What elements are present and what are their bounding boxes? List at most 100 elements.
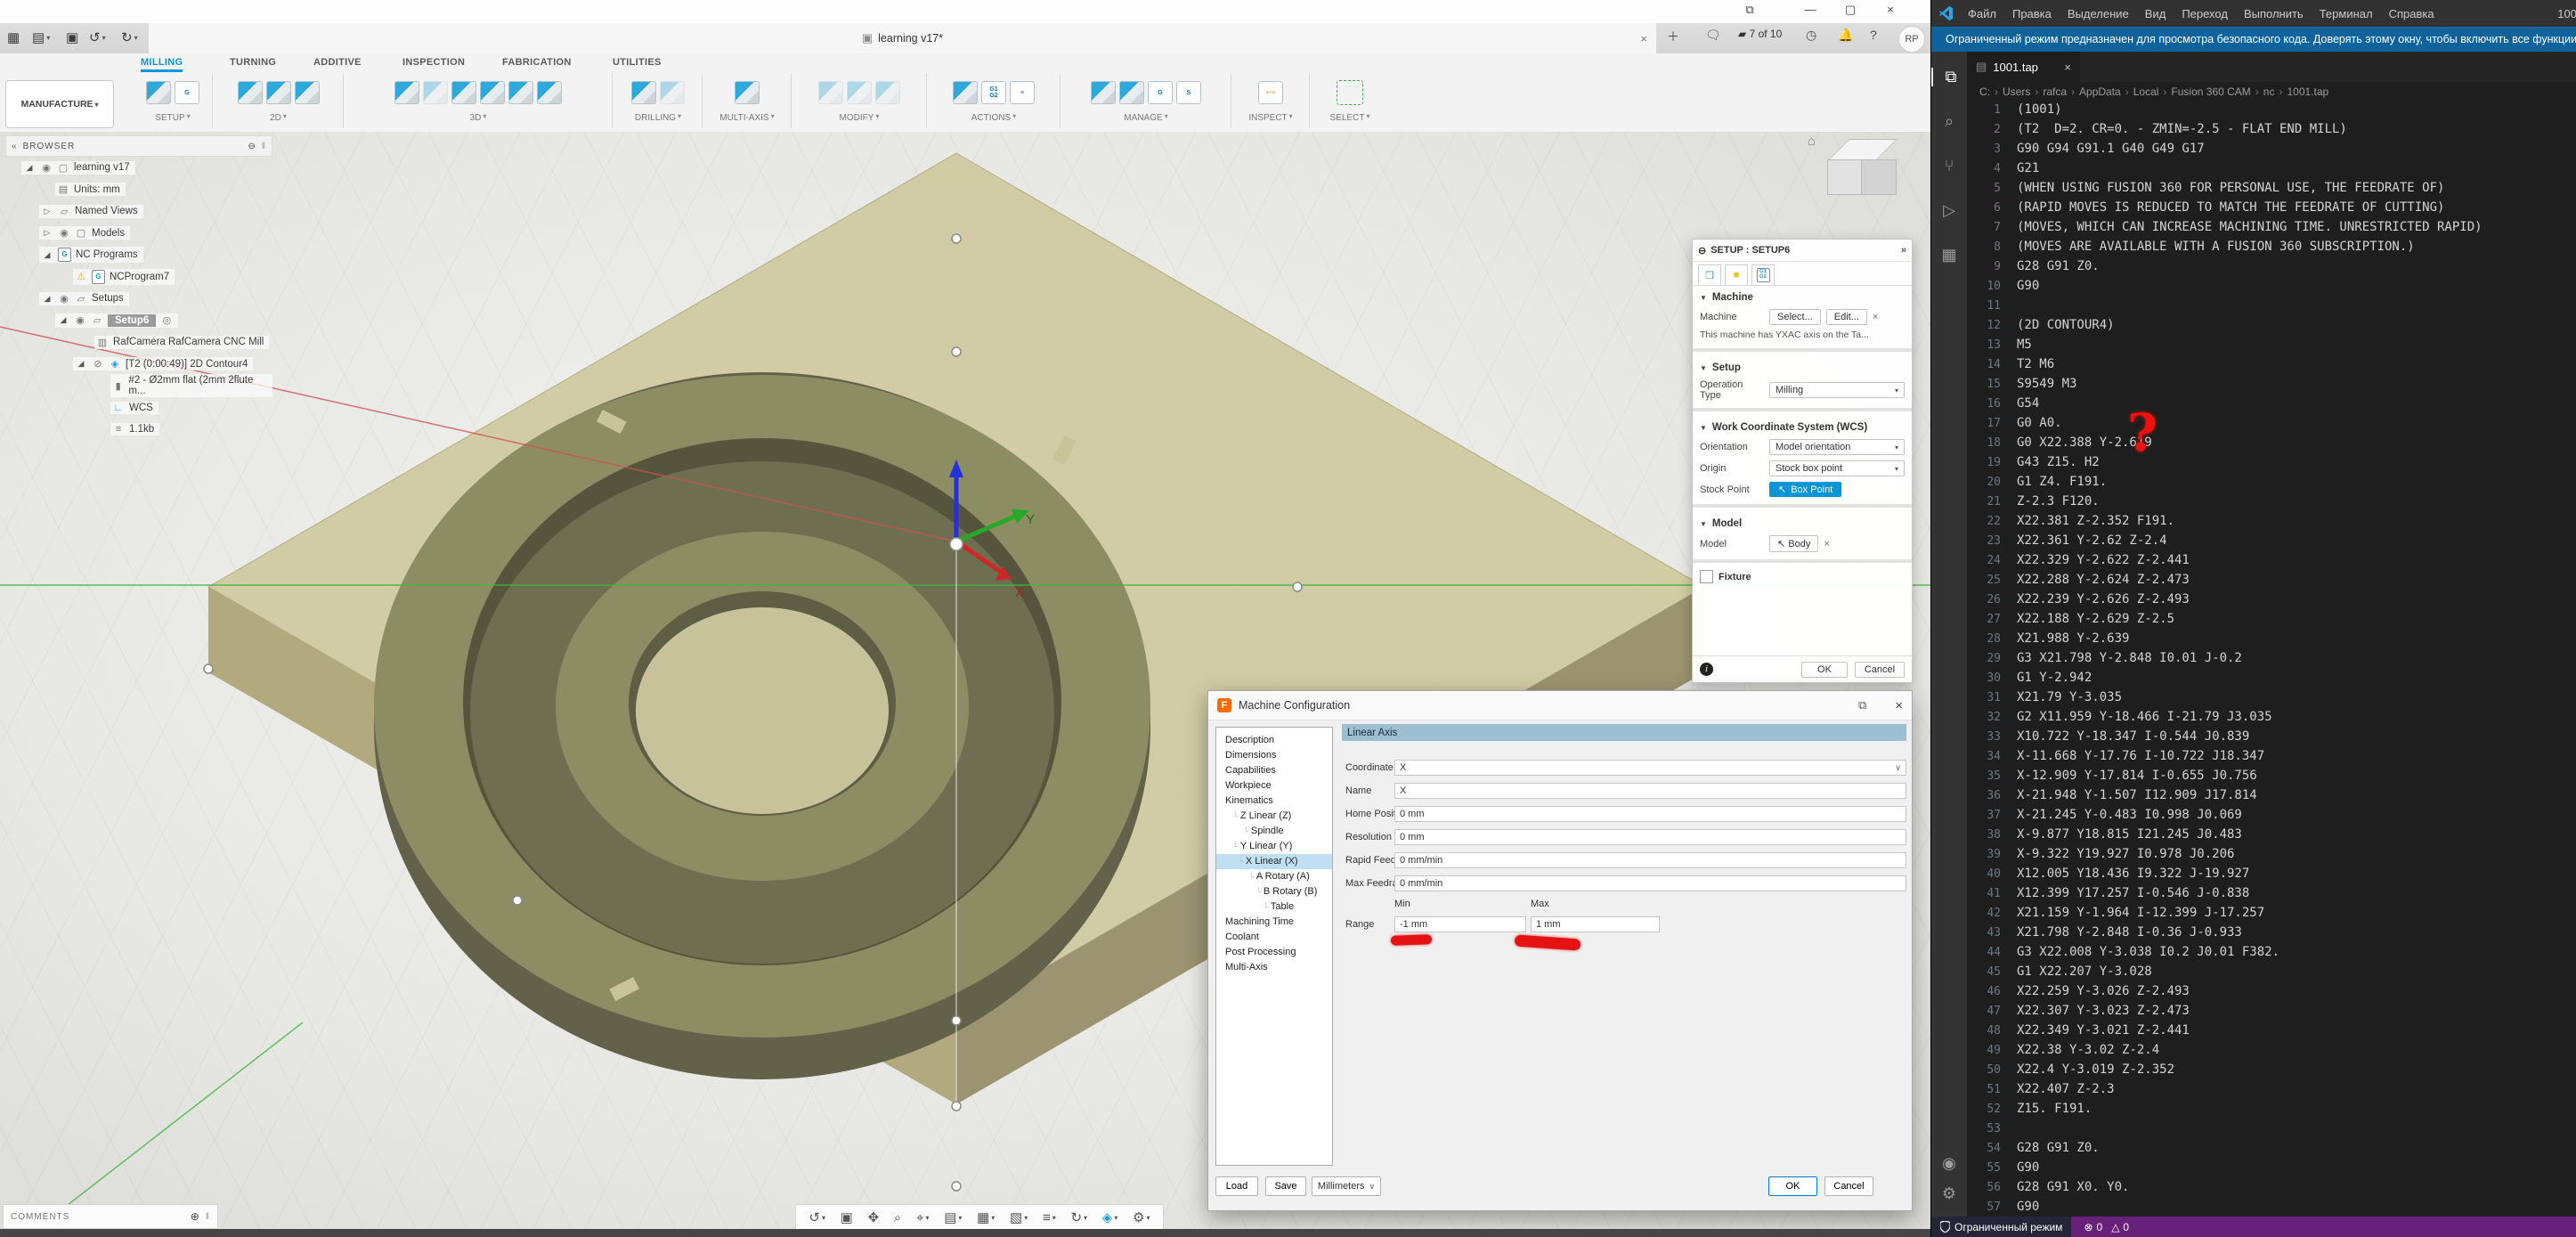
display-settings-icon[interactable]: ▤▾: [944, 1209, 962, 1225]
minus-circle-icon[interactable]: ⊖: [248, 142, 256, 151]
expanded-icon[interactable]: ◢: [23, 163, 36, 173]
dialog-titlebar[interactable]: F Machine Configuration ⧉ ×: [1208, 691, 1912, 720]
code-line[interactable]: 18G0 X22.388 Y-2.619: [1967, 433, 2576, 452]
display-sync-icon[interactable]: ⧉: [1736, 3, 1763, 17]
section-setup[interactable]: ▼Setup: [1693, 356, 1912, 377]
config-tree-item[interactable]: Capabilities: [1216, 763, 1332, 778]
minus-circle-icon[interactable]: ⊖: [1698, 245, 1706, 256]
setup-tab[interactable]: ❒: [1698, 264, 1721, 285]
scrollbar-grip[interactable]: ‖: [206, 1212, 210, 1222]
code-line[interactable]: 39X-9.322 Y19.927 I0.978 J0.206: [1967, 844, 2576, 864]
layers-icon[interactable]: ≡▾: [1043, 1210, 1056, 1225]
redo-icon[interactable]: ↻▾: [121, 29, 138, 45]
group-label[interactable]: SETUP▾: [155, 112, 190, 123]
home-position-field[interactable]: 0 mm: [1394, 806, 1906, 822]
dialog-close-icon[interactable]: ×: [1895, 698, 1903, 713]
tab-utilities[interactable]: UTILITIES: [613, 57, 662, 68]
cancel-button[interactable]: Cancel: [1855, 662, 1905, 678]
code-line[interactable]: 40X12.005 Y18.436 I9.322 J-19.927: [1967, 864, 2576, 883]
code-line[interactable]: 30G1 Y-2.942: [1967, 668, 2576, 688]
tab-turning[interactable]: TURNING: [230, 57, 276, 68]
config-tree-item[interactable]: Workpiece: [1216, 778, 1332, 793]
code-line[interactable]: 13M5: [1967, 335, 2576, 354]
parallel-icon[interactable]: [480, 81, 505, 104]
look-at-icon[interactable]: ▣: [841, 1209, 853, 1225]
breadcrumb-item[interactable]: nc›: [2263, 85, 2288, 98]
minimize-icon[interactable]: —: [1797, 3, 1824, 16]
code-line[interactable]: 3G90 G94 G91.1 G40 G49 G17: [1967, 139, 2576, 159]
config-tree-item[interactable]: Spindle: [1216, 824, 1332, 839]
menu-terminal[interactable]: Терминал: [2312, 7, 2381, 20]
machine-edit-button[interactable]: Edit...: [1826, 309, 1867, 325]
tab-milling[interactable]: MILLING: [141, 57, 183, 72]
info-icon[interactable]: i: [1700, 663, 1713, 676]
menu-run[interactable]: Выполнить: [2236, 7, 2312, 20]
group-label[interactable]: SELECT▾: [1330, 112, 1370, 123]
code-line[interactable]: 34X-11.668 Y-17.76 I-10.722 J18.347: [1967, 746, 2576, 766]
group-label[interactable]: DRILLING▾: [635, 112, 681, 123]
collapsed-icon[interactable]: ▷: [41, 228, 53, 238]
tree-row[interactable]: ▥RafCamera RafCamera CNC Mill: [5, 331, 272, 354]
code-line[interactable]: 26X22.239 Y-2.626 Z-2.493: [1967, 590, 2576, 609]
code-line[interactable]: 46X22.259 Y-3.026 Z-2.493: [1967, 981, 2576, 1001]
code-line[interactable]: 48X22.349 Y-3.021 Z-2.441: [1967, 1021, 2576, 1040]
rapid-feedrate-field[interactable]: 0 mm/min: [1394, 852, 1906, 868]
new-tab-icon[interactable]: ＋: [1667, 28, 1679, 45]
target-icon[interactable]: ◎: [160, 314, 173, 326]
close-icon[interactable]: ×: [1877, 3, 1904, 16]
code-line[interactable]: 42X21.159 Y-1.964 I-12.399 J-17.257: [1967, 903, 2576, 923]
viewcube[interactable]: ⌂: [1808, 134, 1914, 223]
steep-shallow-icon[interactable]: [451, 81, 476, 104]
dialog-window-icon[interactable]: ⧉: [1858, 698, 1866, 712]
coordinate-select[interactable]: X∨: [1394, 760, 1906, 776]
group-label[interactable]: 3D▾: [470, 112, 487, 123]
breadcrumb-item[interactable]: Local›: [2133, 85, 2172, 98]
box-point-button[interactable]: ↖Box Point: [1769, 482, 1841, 497]
tree-row-selected[interactable]: ◢◉▱Setup6◎: [5, 310, 272, 332]
tree-row[interactable]: ◢◉▱Setups: [5, 288, 272, 310]
orientation-select[interactable]: Model orientation▾: [1769, 439, 1905, 455]
post-process-icon[interactable]: G1G2: [981, 81, 1006, 104]
code-line[interactable]: 50X22.4 Y-3.019 Z-2.352: [1967, 1060, 2576, 1079]
code-line[interactable]: 17G0 A0.: [1967, 413, 2576, 433]
code-line[interactable]: 11: [1967, 296, 2576, 315]
code-line[interactable]: 32G2 X11.959 Y-18.466 I-21.79 J3.035: [1967, 707, 2576, 727]
tree-row[interactable]: ▷◉▢Models: [5, 223, 272, 245]
multiaxis-contour-icon[interactable]: [735, 81, 760, 104]
code-line[interactable]: 27X22.188 Y-2.629 Z-2.5: [1967, 609, 2576, 629]
section-model[interactable]: ▼Model: [1693, 512, 1912, 533]
breadcrumb[interactable]: C:›Users›rafca›AppData›Local›Fusion 360 …: [1967, 82, 2576, 102]
adaptive-clearing-icon[interactable]: [394, 81, 419, 104]
code-line[interactable]: 31X21.79 Y-3.035: [1967, 688, 2576, 707]
max-feedrate-field[interactable]: 0 mm/min: [1394, 875, 1906, 891]
errors-icon[interactable]: ⊗: [2084, 1221, 2092, 1233]
2d-contour-icon[interactable]: [295, 81, 320, 104]
breadcrumb-item[interactable]: Fusion 360 CAM›: [2171, 85, 2263, 98]
expanded-icon[interactable]: ◢: [41, 294, 53, 304]
stock-tab[interactable]: ■: [1725, 264, 1748, 285]
code-line[interactable]: 36X-21.948 Y-1.507 I12.909 J17.814: [1967, 785, 2576, 805]
comments-icon[interactable]: 🗨: [1705, 28, 1721, 43]
tab-fabrication[interactable]: FABRICATION: [502, 57, 572, 68]
group-label[interactable]: MULTI-AXIS▾: [719, 112, 774, 123]
tab-close-icon[interactable]: ×: [1640, 32, 1647, 45]
eye-icon[interactable]: ◉: [74, 314, 86, 326]
2d-adaptive-icon[interactable]: [238, 81, 263, 104]
home-icon[interactable]: ⌂: [1808, 134, 1816, 149]
explorer-icon[interactable]: ⧉: [1931, 68, 1969, 86]
tree-row[interactable]: ▮#2 - Ø2mm flat (2mm 2flute m...: [5, 375, 272, 397]
config-tree-item[interactable]: Coolant: [1216, 930, 1332, 945]
simulate-icon[interactable]: [953, 81, 978, 104]
orbit-icon[interactable]: ↺▾: [809, 1209, 825, 1225]
code-line[interactable]: 56G28 G91 X0. Y0.: [1967, 1177, 2576, 1197]
expanded-icon[interactable]: ◢: [75, 359, 87, 369]
edit-toolpath-icon[interactable]: [875, 81, 900, 104]
maximize-icon[interactable]: ▢: [1837, 3, 1864, 17]
add-comment-icon[interactable]: ⊕: [191, 1210, 200, 1223]
expanded-icon[interactable]: ◢: [41, 250, 53, 260]
grid-snaps-icon[interactable]: ▦▾: [977, 1209, 995, 1225]
code-line[interactable]: 29G3 X21.798 Y-2.848 I0.01 J-0.2: [1967, 648, 2576, 668]
fit-icon[interactable]: ⌖▾: [916, 1210, 929, 1225]
group-label[interactable]: ACTIONS▾: [971, 112, 1016, 123]
breadcrumb-item[interactable]: 1001.tap›: [2287, 85, 2328, 98]
